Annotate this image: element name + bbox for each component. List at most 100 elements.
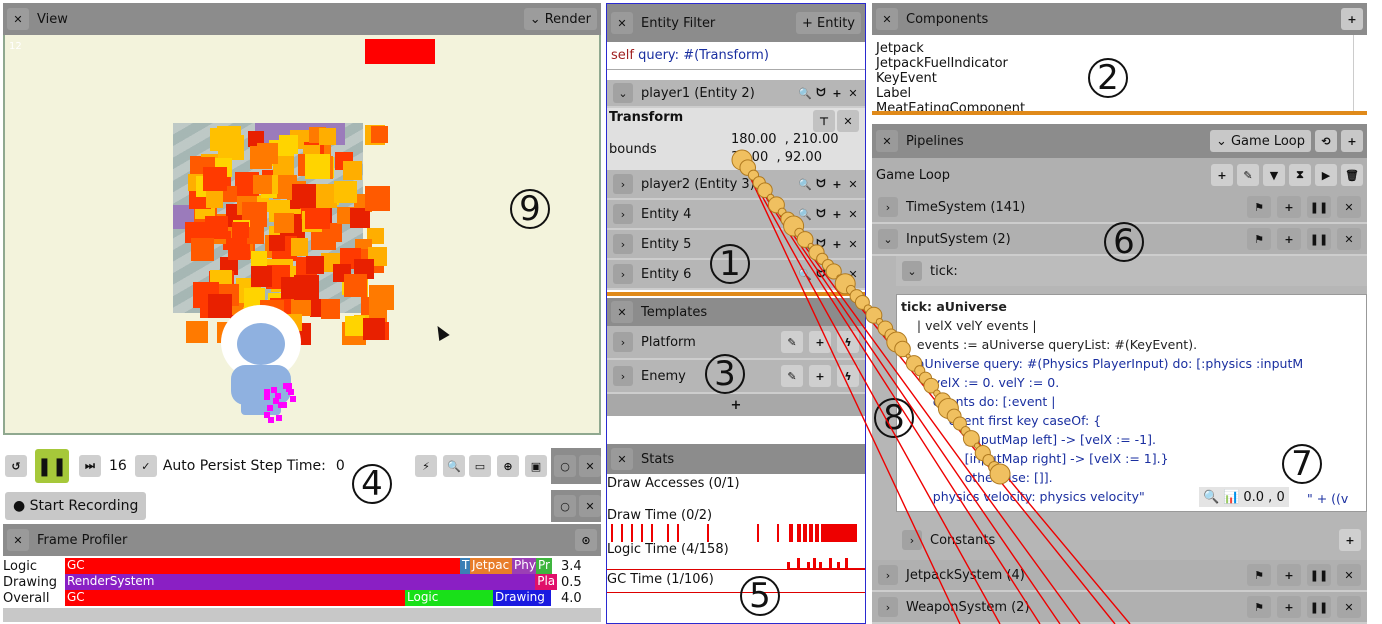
add-icon[interactable]: + [1341,8,1363,30]
refresh-icon[interactable]: ○ [554,455,576,477]
chevron-right-icon[interactable]: › [613,204,633,224]
entity-query[interactable]: self query: #(Transform) [607,42,865,70]
add-icon[interactable]: + [829,203,845,225]
chevron-right-icon[interactable]: › [878,197,898,217]
game-loop-select[interactable]: ⌄ Game Loop [1209,130,1311,152]
close-icon[interactable]: ✕ [1337,196,1361,218]
add-icon[interactable]: + [829,173,845,195]
tree-icon[interactable]: ᗢ [813,203,829,225]
player1-row[interactable]: ⌄ player1 (Entity 2) 🔍 ᗢ + ✕ [607,80,865,108]
reload-icon[interactable]: ⟲ [1315,130,1337,152]
add-icon[interactable]: + [809,331,831,353]
add-icon[interactable]: + [829,233,845,255]
edit-icon[interactable]: ✎ [1237,164,1259,186]
close-icon[interactable]: ✕ [876,8,898,30]
chevron-right-icon[interactable]: › [613,174,633,194]
filter-icon[interactable]: ▼ [1263,164,1285,186]
hourglass-icon[interactable]: ⧗ [1289,164,1311,186]
close-icon[interactable]: ✕ [876,130,898,152]
edit-icon[interactable]: ✎ [781,365,803,387]
close-icon[interactable]: ✕ [837,110,859,132]
add-icon[interactable]: + [1277,196,1301,218]
pause-icon[interactable]: ❚❚ [1307,596,1331,618]
close-icon[interactable]: ✕ [845,173,861,195]
add-entity-button[interactable]: + Entity [796,12,861,34]
close-icon[interactable]: ✕ [579,455,601,477]
flag-icon[interactable]: ⚑ [1247,596,1271,618]
trash-icon[interactable]: 🗑 [1341,164,1363,186]
chevron-right-icon[interactable]: › [878,597,898,617]
add-icon[interactable]: + [1277,596,1301,618]
step-icon[interactable]: ⏭ [79,455,101,477]
entity-row[interactable]: › Entity 4 🔍 ᗢ + ✕ [607,200,865,230]
save-icon[interactable]: ▣ [525,455,547,477]
close-icon[interactable]: ✕ [845,82,861,104]
pause-icon[interactable]: ❚❚ [1307,196,1331,218]
render-dropdown[interactable]: ⌄ Render [523,8,597,30]
tree-icon[interactable]: ᗢ [813,173,829,195]
pause-icon[interactable]: ❚❚ [1307,564,1331,586]
chevron-right-icon[interactable]: › [878,565,898,585]
auto-persist-checkbox[interactable]: ✓ [134,455,157,477]
close-icon[interactable]: ✕ [845,233,861,255]
pause-button[interactable]: ❚❚ [35,449,69,483]
restart-icon[interactable]: ↺ [5,455,27,477]
close-icon[interactable]: ✕ [1337,596,1361,618]
entity-row[interactable]: › player2 (Entity 3) 🔍 ᗢ + ✕ [607,170,865,200]
flag-icon[interactable]: ⚑ [1247,228,1271,250]
close-icon[interactable]: ✕ [845,203,861,225]
add-icon[interactable]: + [1277,564,1301,586]
chevron-down-icon[interactable]: ⌄ [613,83,633,103]
close-icon[interactable]: ✕ [7,8,29,30]
flag-icon[interactable]: ⚑ [1247,196,1271,218]
search-icon[interactable]: 🔍 [797,82,813,104]
add-icon[interactable]: + [1339,529,1361,551]
add-icon[interactable]: + [809,365,831,387]
chevron-right-icon[interactable]: › [613,264,633,284]
lightning-icon[interactable]: ϟ [837,331,859,353]
close-icon[interactable]: ✕ [1337,228,1361,250]
tree-icon[interactable]: ᗢ [813,263,829,285]
close-icon[interactable]: ✕ [7,529,29,551]
template-add-row[interactable]: + [607,394,865,416]
close-icon[interactable]: ✕ [845,263,861,285]
components-scroll[interactable] [1353,35,1367,111]
flag-icon[interactable]: ⚑ [1247,564,1271,586]
pipeline-system-row[interactable]: › WeaponSystem (2) ⚑ + ❚❚ ✕ [872,592,1367,624]
search-icon[interactable]: 🔍 [797,263,813,285]
add-icon[interactable]: + [1341,130,1363,152]
add-icon[interactable]: + [829,82,845,104]
close-icon[interactable]: ✕ [611,448,633,470]
search-icon[interactable]: 🔍 [797,233,813,255]
add-icon[interactable]: + [1211,164,1233,186]
tree-icon[interactable]: ᗢ [813,82,829,104]
chevron-down-icon[interactable]: ⌄ [902,261,922,281]
start-recording-button[interactable]: ● Start Recording [5,492,147,520]
plug-icon[interactable]: ⚡ [415,455,437,477]
tree-icon[interactable]: ᗢ [813,233,829,255]
filter-icon[interactable]: ⊤ [813,110,835,132]
edit-icon[interactable]: ✎ [781,331,803,353]
search-icon[interactable]: 🔍 [797,203,813,225]
chevron-right-icon[interactable]: › [613,332,633,352]
template-row[interactable]: › Platform ✎ + ϟ [607,326,865,360]
chevron-right-icon[interactable]: › [613,234,633,254]
search-icon[interactable]: 🔍 [797,173,813,195]
chevron-right-icon[interactable]: › [613,366,633,386]
lightning-icon[interactable]: ϟ [837,365,859,387]
search-icon[interactable]: 🔍 [443,455,465,477]
pipeline-system-row[interactable]: › JetpackSystem (4) ⚑ + ❚❚ ✕ [872,560,1367,592]
inspector-inline[interactable]: 🔍 📊 0.0 , 0 [1199,487,1289,507]
globe-icon[interactable]: ⊕ [497,455,519,477]
chevron-down-icon[interactable]: ⌄ [878,229,898,249]
close-icon[interactable]: ✕ [611,12,633,34]
pause-icon[interactable]: ❚❚ [1307,228,1331,250]
close-icon[interactable]: ✕ [579,495,601,517]
close-icon[interactable]: ✕ [1337,564,1361,586]
component-item[interactable]: Jetpack [876,41,1367,56]
refresh-icon[interactable]: ○ [554,495,576,517]
settings-icon[interactable]: ⊙ [575,529,597,551]
add-icon[interactable]: + [829,263,845,285]
constants-row[interactable]: › Constants + [896,526,1367,554]
play-icon[interactable]: ▶ [1315,164,1337,186]
